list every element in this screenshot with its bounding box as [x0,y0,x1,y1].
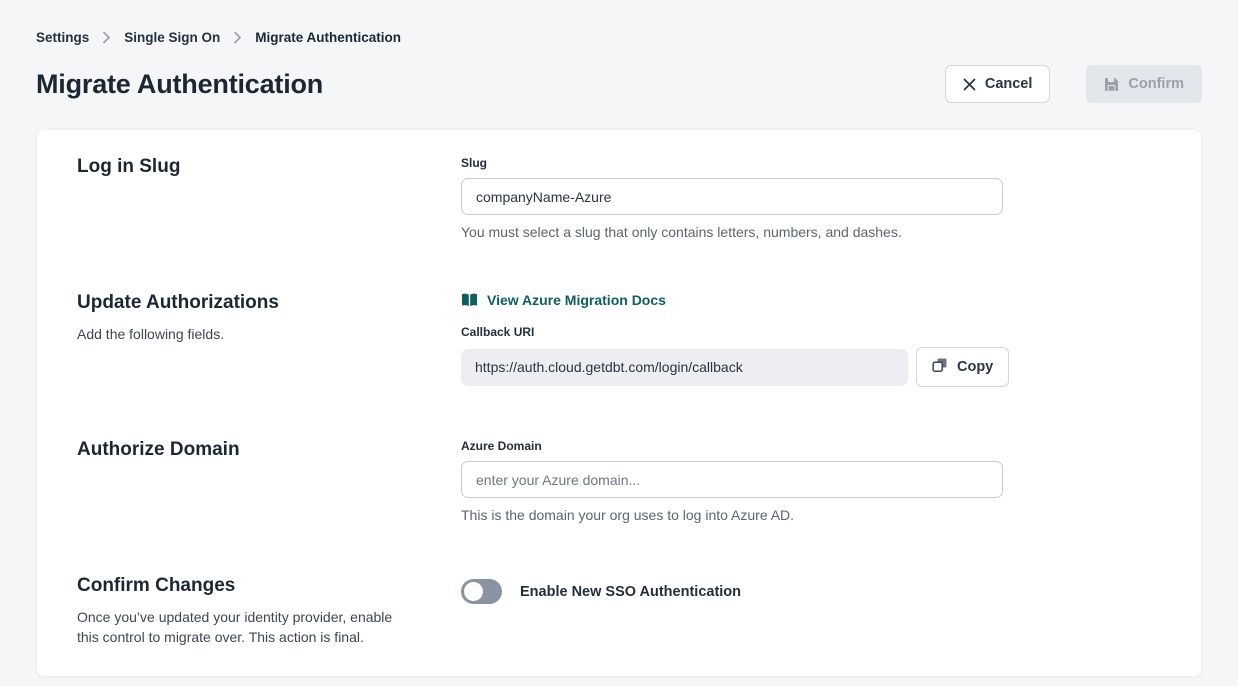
section-login-slug: Log in Slug Slug You must select a slug … [37,156,1201,240]
view-azure-migration-docs-link[interactable]: View Azure Migration Docs [461,292,666,308]
x-icon [963,78,976,91]
update-authorizations-description: Add the following fields. [77,324,417,344]
login-slug-heading: Log in Slug [77,156,421,178]
enable-sso-toggle-label: Enable New SSO Authentication [520,584,741,600]
settings-card: Log in Slug Slug You must select a slug … [36,129,1202,677]
section-confirm-changes: Confirm Changes Once you’ve updated your… [37,575,1201,648]
section-authorize-domain: Authorize Domain Azure Domain This is th… [37,439,1201,523]
callback-uri-value: https://auth.cloud.getdbt.com/login/call… [461,349,908,386]
docs-link-label: View Azure Migration Docs [487,292,666,308]
confirm-changes-heading: Confirm Changes [77,575,421,597]
copy-icon [932,357,948,377]
callback-uri-row: https://auth.cloud.getdbt.com/login/call… [461,347,1009,387]
azure-domain-input[interactable] [461,461,1003,498]
confirm-button[interactable]: Confirm [1086,65,1202,103]
page-header: Settings Single Sign On Migrate Authenti… [0,0,1238,103]
confirm-button-label: Confirm [1128,76,1184,92]
breadcrumb-settings[interactable]: Settings [36,30,89,45]
page-title: Migrate Authentication [36,69,323,100]
slug-input[interactable] [461,178,1003,215]
cancel-button[interactable]: Cancel [945,65,1051,103]
copy-button-label: Copy [957,359,993,375]
slug-helper-text: You must select a slug that only contain… [461,224,1003,240]
update-authorizations-heading: Update Authorizations [77,292,421,314]
chevron-right-icon [233,31,242,44]
copy-button[interactable]: Copy [916,347,1009,387]
slug-label: Slug [461,156,1003,170]
cancel-button-label: Cancel [985,76,1033,92]
enable-sso-toggle[interactable] [461,579,502,604]
breadcrumb-single-sign-on[interactable]: Single Sign On [124,30,220,45]
chevron-right-icon [102,31,111,44]
book-icon [461,293,478,307]
callback-uri-label: Callback URI [461,325,1009,339]
authorize-domain-heading: Authorize Domain [77,439,421,461]
migrate-authentication-page: Settings Single Sign On Migrate Authenti… [0,0,1238,686]
azure-domain-label: Azure Domain [461,439,1003,453]
confirm-changes-description: Once you’ve updated your identity provid… [77,607,417,648]
header-actions: Cancel Confirm [945,65,1202,103]
azure-domain-helper-text: This is the domain your org uses to log … [461,507,1003,523]
sso-toggle-row: Enable New SSO Authentication [461,579,1003,604]
toggle-knob [464,582,483,601]
save-icon [1104,77,1119,92]
title-row: Migrate Authentication Cancel [36,65,1202,103]
section-update-authorizations: Update Authorizations Add the following … [37,292,1201,387]
breadcrumb: Settings Single Sign On Migrate Authenti… [36,30,1202,45]
breadcrumb-migrate-authentication: Migrate Authentication [255,30,401,45]
